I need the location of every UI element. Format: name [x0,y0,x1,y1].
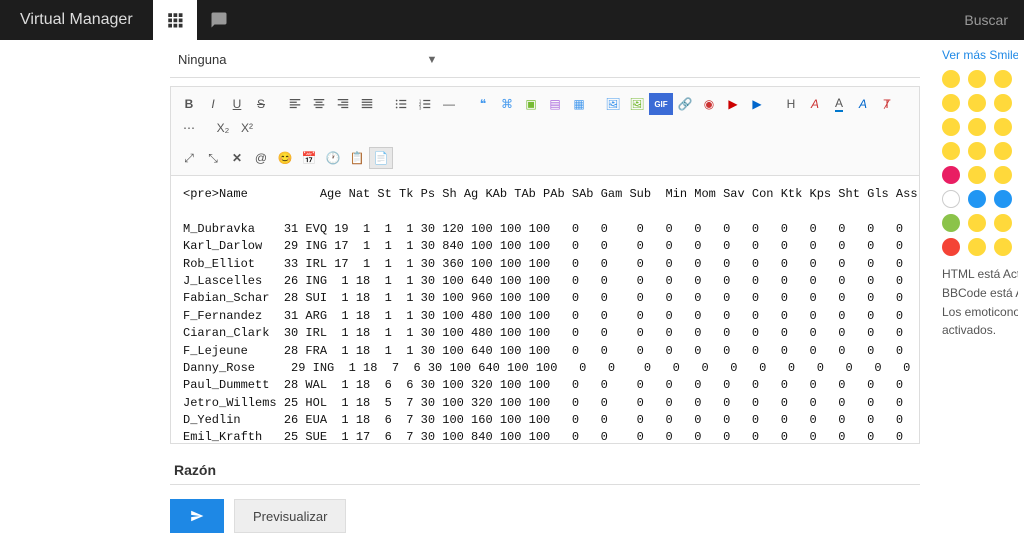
smiley-icon[interactable] [994,142,1012,160]
topbar: Virtual Manager Buscar [0,0,1024,40]
flash-button[interactable]: ◉ [697,93,721,115]
search-placeholder[interactable]: Buscar [964,12,1024,28]
smiley-icon[interactable] [994,70,1012,88]
align-justify-button[interactable] [355,93,379,115]
align-right-button[interactable] [331,93,355,115]
dailymotion-button[interactable]: ▶ [745,93,769,115]
link-button[interactable]: 🔗 [673,93,697,115]
smiley-icon[interactable] [942,214,960,232]
reason-label: Razón [174,462,920,478]
mention-button[interactable]: @ [249,147,273,169]
send-button[interactable] [170,499,224,533]
chat-icon[interactable] [197,0,241,40]
align-center-button[interactable] [307,93,331,115]
preview-button[interactable]: Previsualizar [234,499,346,533]
remove-format-button[interactable]: Ⱦ [875,93,899,115]
italic-button[interactable]: I [201,93,225,115]
html-status: HTML está Activa [942,266,1018,283]
strike-button[interactable]: S [249,93,273,115]
smiley-icon[interactable] [942,70,960,88]
bold-button[interactable]: B [177,93,201,115]
paste-button[interactable]: 📋 [345,147,369,169]
collapse-button[interactable]: ⤡ [201,147,225,169]
smiley-icon[interactable] [994,238,1012,256]
smiley-icon[interactable] [942,142,960,160]
host-image-button[interactable]: 🖼 [601,93,625,115]
svg-text:3: 3 [419,105,422,110]
emoji-button[interactable]: 😊 [273,147,297,169]
random-button[interactable]: ✕ [225,147,249,169]
brand: Virtual Manager [0,11,153,29]
source-button[interactable]: 📄 [369,147,393,169]
smiley-sidebar: Ver más Smileys HTML está Activa BBCode … [936,40,1024,544]
more-button[interactable]: ⋯ [177,117,201,139]
grid-icon[interactable] [153,0,197,40]
emoticons-status: Los emoticonos e [942,304,1018,321]
time-button[interactable]: 🕐 [321,147,345,169]
smiley-icon[interactable] [968,238,986,256]
content: Ninguna ▼ B I U S 123 — ❝ [170,40,936,544]
hide-button[interactable]: ▤ [543,93,567,115]
color-button[interactable]: A [827,93,851,115]
smiley-icon[interactable] [942,166,960,184]
size-button[interactable]: A [803,93,827,115]
divider [170,484,920,485]
table-button[interactable]: ▦ [567,93,591,115]
category-select[interactable]: Ninguna ▼ [170,48,920,78]
smiley-icon[interactable] [942,190,960,208]
smiley-icon[interactable] [968,166,986,184]
align-left-button[interactable] [283,93,307,115]
smiley-icon[interactable] [942,118,960,136]
chevron-down-icon: ▼ [426,54,437,66]
list-ordered-button[interactable]: 123 [413,93,437,115]
hr-button[interactable]: — [437,93,461,115]
smiley-icon[interactable] [968,190,986,208]
smiley-icon[interactable] [994,190,1012,208]
bbcode-status: BBCode está Acti [942,285,1018,302]
date-button[interactable]: 📅 [297,147,321,169]
headers-button[interactable]: H [779,93,803,115]
superscript-button[interactable]: X² [235,117,259,139]
expand-button[interactable]: ⤢ [177,147,201,169]
smiley-icon[interactable] [942,238,960,256]
button-row: Previsualizar [170,499,920,533]
smiley-icon[interactable] [968,70,986,88]
more-smileys-link[interactable]: Ver más Smileys [942,48,1018,62]
youtube-button[interactable]: ▶ [721,93,745,115]
editor-textarea[interactable]: <pre>Name Age Nat St Tk Ps Sh Ag KAb TAb… [170,176,920,444]
left-gutter [0,40,170,544]
smiley-icon[interactable] [968,214,986,232]
underline-button[interactable]: U [225,93,249,115]
smiley-icon[interactable] [968,142,986,160]
smiley-icon[interactable] [942,94,960,112]
editor-toolbar: B I U S 123 — ❝ ⌘ ▣ ▤ ▦ [170,86,920,176]
smiley-icon[interactable] [994,214,1012,232]
smiley-icon[interactable] [994,166,1012,184]
category-select-label: Ninguna [178,52,226,67]
smiley-icon[interactable] [968,118,986,136]
smiley-icon[interactable] [994,94,1012,112]
quote-button[interactable]: ❝ [471,93,495,115]
image-button[interactable]: 🖼 [625,93,649,115]
main: Ninguna ▼ B I U S 123 — ❝ [0,40,1024,544]
spoiler-button[interactable]: ▣ [519,93,543,115]
smiley-icon[interactable] [994,118,1012,136]
emoticons-status-2: activados. [942,322,1018,339]
code-button[interactable]: ⌘ [495,93,519,115]
list-unordered-button[interactable] [389,93,413,115]
font-button[interactable]: A [851,93,875,115]
gif-button[interactable]: GIF [649,93,673,115]
smiley-icon[interactable] [968,94,986,112]
subscript-button[interactable]: X₂ [211,117,235,139]
